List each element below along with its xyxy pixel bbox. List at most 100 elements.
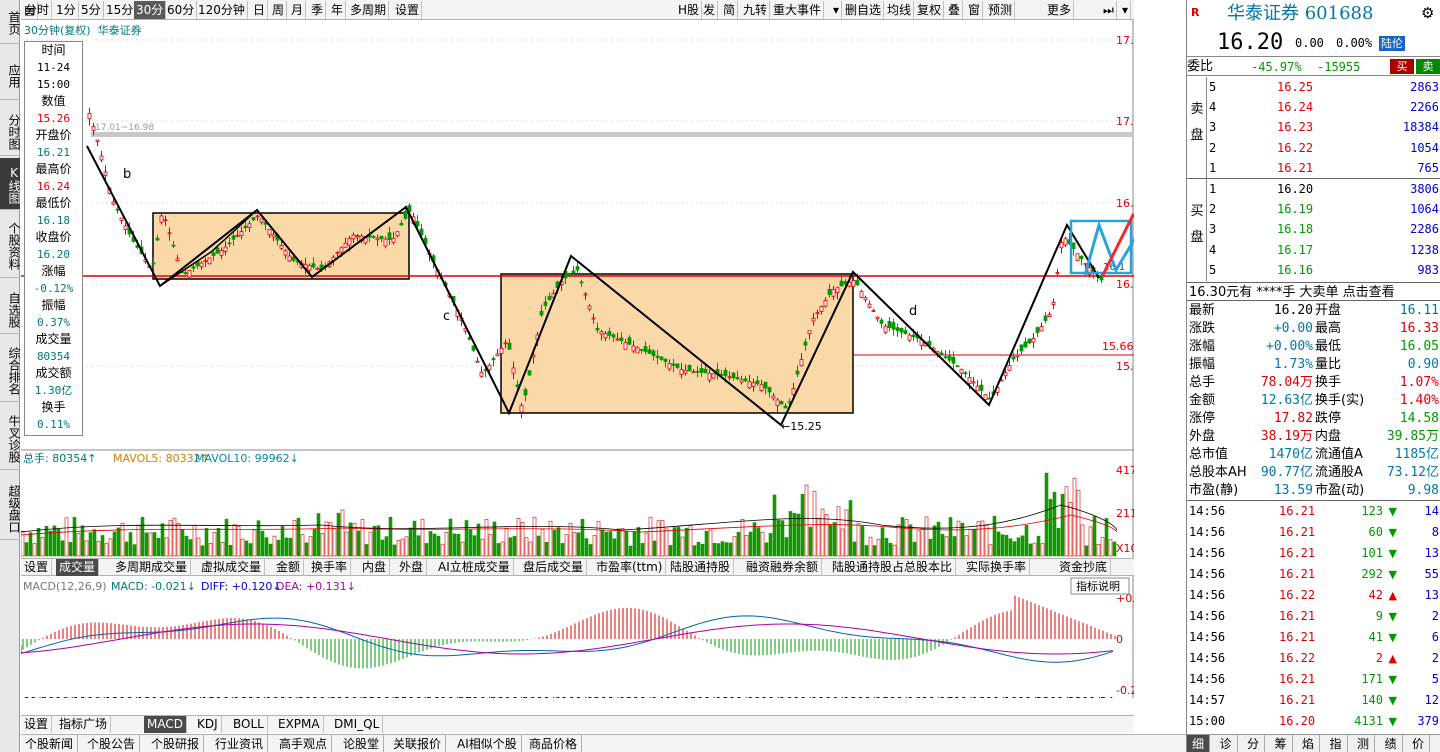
bot-tabs-3[interactable]: KDJ bbox=[194, 716, 222, 733]
quote-tab-2[interactable]: 分 bbox=[1242, 735, 1266, 752]
ind-tabs-9[interactable]: 盘后成交量 bbox=[520, 559, 588, 576]
kline-chart-svg[interactable]: 17.63 17.11 16.59 16.09 15.61 17.01~16.98 15.6… bbox=[21, 20, 1134, 698]
sidebar-tab-3[interactable]: K线图 bbox=[0, 158, 21, 210]
bid-row[interactable]: 5 16.16 983 bbox=[1207, 260, 1440, 280]
toolbar-item-24[interactable]: 窗 bbox=[966, 1, 984, 19]
toolbar-item-25[interactable]: 预测 bbox=[986, 1, 1016, 19]
ask-row[interactable]: 2 16.22 1054 bbox=[1207, 138, 1440, 158]
toolbar-item-23[interactable]: 叠 bbox=[946, 1, 964, 19]
sidebar-tab-6[interactable]: 综合排名 bbox=[0, 338, 21, 402]
bot-tabs-2[interactable]: MACD bbox=[144, 716, 187, 733]
news-tabs-2[interactable]: 个股研报 bbox=[147, 735, 205, 752]
toolbar-item-12[interactable]: 多周期 bbox=[348, 1, 390, 19]
toolbar-item-8[interactable]: 周 bbox=[270, 1, 288, 19]
bot-tabs-0[interactable]: 设置 bbox=[21, 716, 53, 733]
ind-tabs-13[interactable]: 陆股通持股占总股本比 bbox=[829, 559, 957, 576]
toolbar-item-6[interactable]: 120分钟 bbox=[196, 1, 248, 19]
big-order-banner[interactable]: 16.30元有 ****手 大卖单 点击查看 bbox=[1187, 282, 1440, 301]
ind-tabs-12[interactable]: 融资融券余额 bbox=[743, 559, 823, 576]
sidebar-tab-7[interactable]: 牛叉诊股 bbox=[0, 406, 21, 470]
dropdown-icon[interactable]: ▾ bbox=[1120, 1, 1132, 19]
ind-tabs-14[interactable]: 实际换手率 bbox=[963, 559, 1031, 576]
news-tabs-8[interactable]: 商品价格 bbox=[525, 735, 583, 752]
sidebar-tab-4[interactable]: 个股资料 bbox=[0, 212, 21, 278]
bid-row[interactable]: 3 16.18 2286 bbox=[1207, 219, 1440, 239]
toolbar-item-10[interactable]: 季 bbox=[309, 1, 327, 19]
quote-tab-8[interactable]: 价 bbox=[1407, 735, 1431, 752]
bid-row[interactable]: 4 16.17 1238 bbox=[1207, 240, 1440, 260]
toolbar-item-26[interactable]: 更多 bbox=[1045, 1, 1075, 19]
ask-row[interactable]: 1 16.21 765 bbox=[1207, 158, 1440, 178]
big-order-text[interactable]: 16.30元有 ****手 大卖单 点击查看 bbox=[1189, 283, 1395, 302]
ind-tabs-7[interactable]: 外盘 bbox=[396, 559, 428, 576]
news-tabs-4[interactable]: 高手观点 bbox=[275, 735, 333, 752]
ind-tabs-10[interactable]: 市盈率(ttm) bbox=[593, 559, 667, 576]
bot-tabs-1[interactable]: 指标广场 bbox=[56, 716, 112, 733]
news-tabs-3[interactable]: 行业资讯 bbox=[211, 735, 269, 752]
sidebar-tab-0[interactable]: 首页 bbox=[0, 0, 21, 44]
sidebar-tab-8[interactable]: 超级盘口 bbox=[0, 476, 21, 540]
toolbar-item-9[interactable]: 月 bbox=[289, 1, 307, 19]
quote-tab-1[interactable]: 诊 bbox=[1215, 735, 1238, 752]
ind-tabs-2[interactable]: 多周期成交量 bbox=[112, 559, 192, 576]
ind-tabs-6[interactable]: 内盘 bbox=[359, 559, 391, 576]
ind-tabs-1[interactable]: 成交量 bbox=[56, 559, 100, 576]
sidebar-tab-1[interactable]: 应用 bbox=[0, 50, 21, 100]
kline-chart-area[interactable]: 17.63 17.11 16.59 16.09 15.61 17.01~16.98 15.6… bbox=[21, 20, 1134, 698]
toolbar-item-11[interactable]: 年 bbox=[329, 1, 347, 19]
sell-button[interactable]: 卖 bbox=[1416, 59, 1440, 74]
quote-tab-6[interactable]: 测 bbox=[1352, 735, 1376, 752]
toolbar-item-5[interactable]: 60分 bbox=[165, 1, 198, 19]
ind-tabs-8[interactable]: AI立桩成交量 bbox=[435, 559, 514, 576]
ind-tabs-5[interactable]: 换手率 bbox=[308, 559, 352, 576]
bid-row[interactable]: 1 16.20 3806 bbox=[1207, 179, 1440, 199]
toolbar-item-7[interactable]: 日 bbox=[251, 1, 269, 19]
toolbar-item-4[interactable]: 30分 bbox=[134, 1, 167, 19]
toolbar-item-20[interactable]: 删自选 bbox=[843, 1, 885, 19]
ask-row[interactable]: 4 16.24 2266 bbox=[1207, 97, 1440, 117]
macd-help-label[interactable]: 指标说明 bbox=[1076, 579, 1120, 593]
quote-tab-4[interactable]: 焰 bbox=[1297, 735, 1321, 752]
bot-tabs-4[interactable]: BOLL bbox=[230, 716, 268, 733]
bot-tabs-5[interactable]: EXPMA bbox=[275, 716, 324, 733]
toolbar-item-21[interactable]: 均线 bbox=[885, 1, 915, 19]
ind-tabs-3[interactable]: 虚拟成交量 bbox=[198, 559, 266, 576]
toolbar-item-18[interactable]: 重大事件 bbox=[771, 1, 825, 19]
news-tabs-6[interactable]: 关联报价 bbox=[389, 735, 447, 752]
gear-icon[interactable]: ⚙ bbox=[1421, 4, 1434, 22]
x-tick-label: 11/04 bbox=[633, 695, 665, 698]
bid-row[interactable]: 2 16.19 1064 bbox=[1207, 199, 1440, 219]
toolbar-item-17[interactable]: 九转 bbox=[741, 1, 771, 19]
toolbar-item-19[interactable]: ▾ bbox=[831, 1, 843, 19]
toolbar-item-0[interactable]: 分时 bbox=[23, 1, 53, 19]
toolbar-item-14[interactable]: H股 bbox=[676, 1, 703, 19]
ind-tabs-11[interactable]: 陆股通持股 bbox=[667, 559, 735, 576]
ask-row[interactable]: 5 16.25 2863 bbox=[1207, 77, 1440, 97]
buy-button[interactable]: 买 bbox=[1390, 59, 1414, 74]
toolbar-item-22[interactable]: 复权 bbox=[915, 1, 945, 19]
stat-label: 最新 bbox=[1189, 303, 1216, 318]
toolbar-item-3[interactable]: 15分 bbox=[104, 1, 137, 19]
news-tabs-0[interactable]: 个股新闻 bbox=[21, 735, 79, 752]
news-tabs-1[interactable]: 个股公告 bbox=[83, 735, 141, 752]
nav-next-icon[interactable]: ⏭ bbox=[1101, 1, 1117, 19]
quote-tab-3[interactable]: 筹 bbox=[1270, 735, 1293, 752]
toolbar-item-13[interactable]: 设置 bbox=[393, 1, 423, 19]
quote-tab-5[interactable]: 指 bbox=[1325, 735, 1348, 752]
bot-tabs-6[interactable]: DMI_QL bbox=[331, 716, 384, 733]
news-tabs-5[interactable]: 论股堂 bbox=[339, 735, 385, 752]
ind-tabs-0[interactable]: 设置 bbox=[21, 559, 53, 576]
ind-tabs-4[interactable]: 金额 bbox=[273, 559, 305, 576]
news-tabs-7[interactable]: AI相似个股 bbox=[453, 735, 522, 752]
quote-tab-7[interactable]: 绩 bbox=[1380, 735, 1403, 752]
sidebar-tab-2[interactable]: 分时图 bbox=[0, 106, 21, 156]
sidebar-tab-5[interactable]: 自选股 bbox=[0, 284, 21, 334]
ask-row[interactable]: 3 16.23 18384 bbox=[1207, 117, 1440, 137]
toolbar-item-16[interactable]: 简 bbox=[721, 1, 739, 19]
quote-tab-0[interactable]: 细 bbox=[1187, 735, 1211, 752]
toolbar-item-2[interactable]: 5分 bbox=[79, 1, 104, 19]
toolbar-item-1[interactable]: 1分 bbox=[54, 1, 79, 19]
toolbar-item-15[interactable]: 发 bbox=[701, 1, 719, 19]
tick-time: 15:00 bbox=[1189, 714, 1226, 728]
ind-tabs-15[interactable]: 资金抄底 bbox=[1056, 559, 1112, 576]
